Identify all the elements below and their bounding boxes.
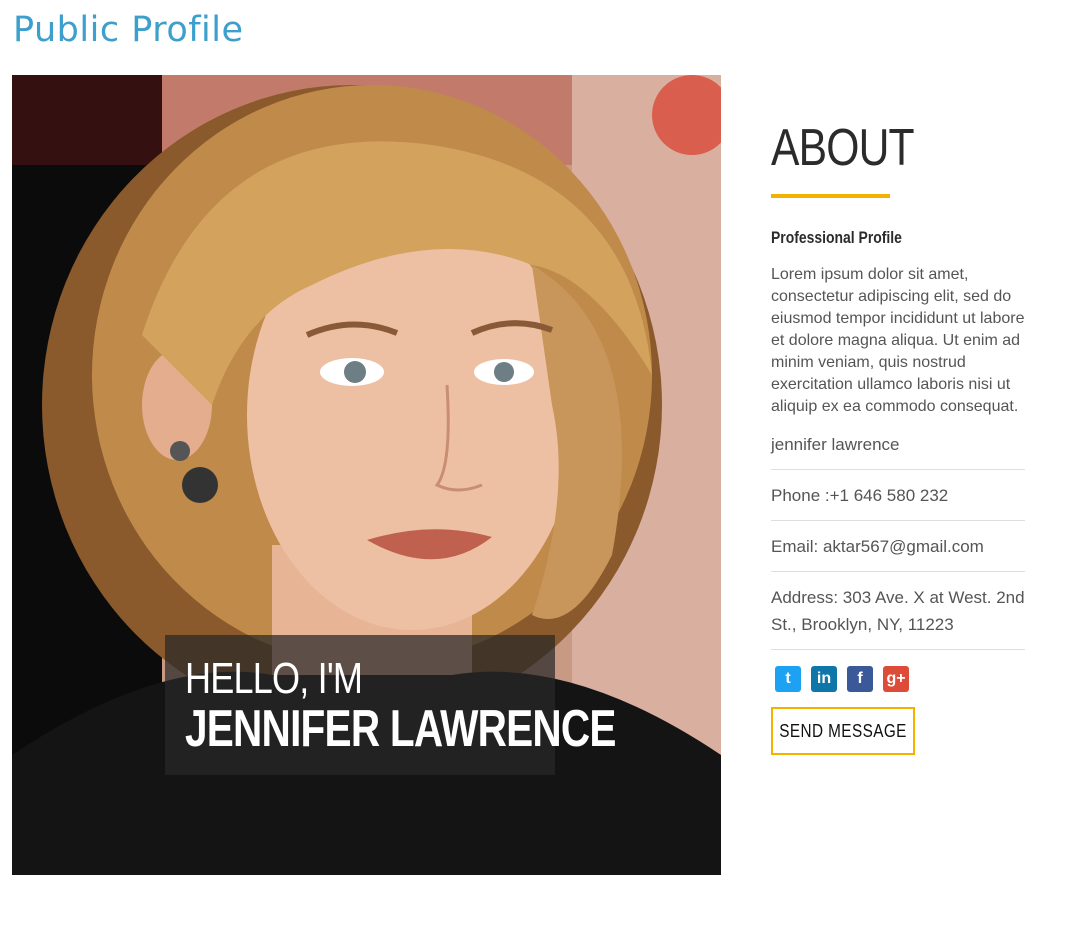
about-subheading: Professional Profile: [771, 228, 902, 247]
linkedin-icon[interactable]: in: [811, 666, 837, 692]
social-links: t in f g+: [775, 666, 1025, 692]
facebook-icon[interactable]: f: [847, 666, 873, 692]
accent-divider: [771, 194, 890, 198]
about-heading: ABOUT: [771, 119, 915, 177]
profile-photo: HELLO, I'M JENNIFER LAWRENCE: [12, 75, 721, 875]
about-panel: ABOUT Professional Profile Lorem ipsum d…: [771, 118, 1025, 755]
greeting-text: HELLO, I'M: [185, 654, 363, 703]
page-title: Public Profile: [13, 10, 244, 50]
bio-text: Lorem ipsum dolor sit amet, consectetur …: [771, 266, 1025, 415]
contact-name: jennifer lawrence: [771, 431, 1025, 470]
contact-email: Email: aktar567@gmail.com: [771, 521, 1025, 572]
google-plus-icon[interactable]: g+: [883, 666, 909, 692]
contact-address: Address: 303 Ave. X at West. 2nd St., Br…: [771, 572, 1025, 650]
intro-banner: HELLO, I'M JENNIFER LAWRENCE: [165, 635, 616, 775]
contact-phone: Phone :+1 646 580 232: [771, 470, 1025, 521]
hero-name: JENNIFER LAWRENCE: [185, 700, 616, 758]
twitter-icon[interactable]: t: [775, 666, 801, 692]
send-message-button[interactable]: SEND MESSAGE: [771, 707, 915, 755]
send-message-label: SEND MESSAGE: [779, 720, 907, 741]
